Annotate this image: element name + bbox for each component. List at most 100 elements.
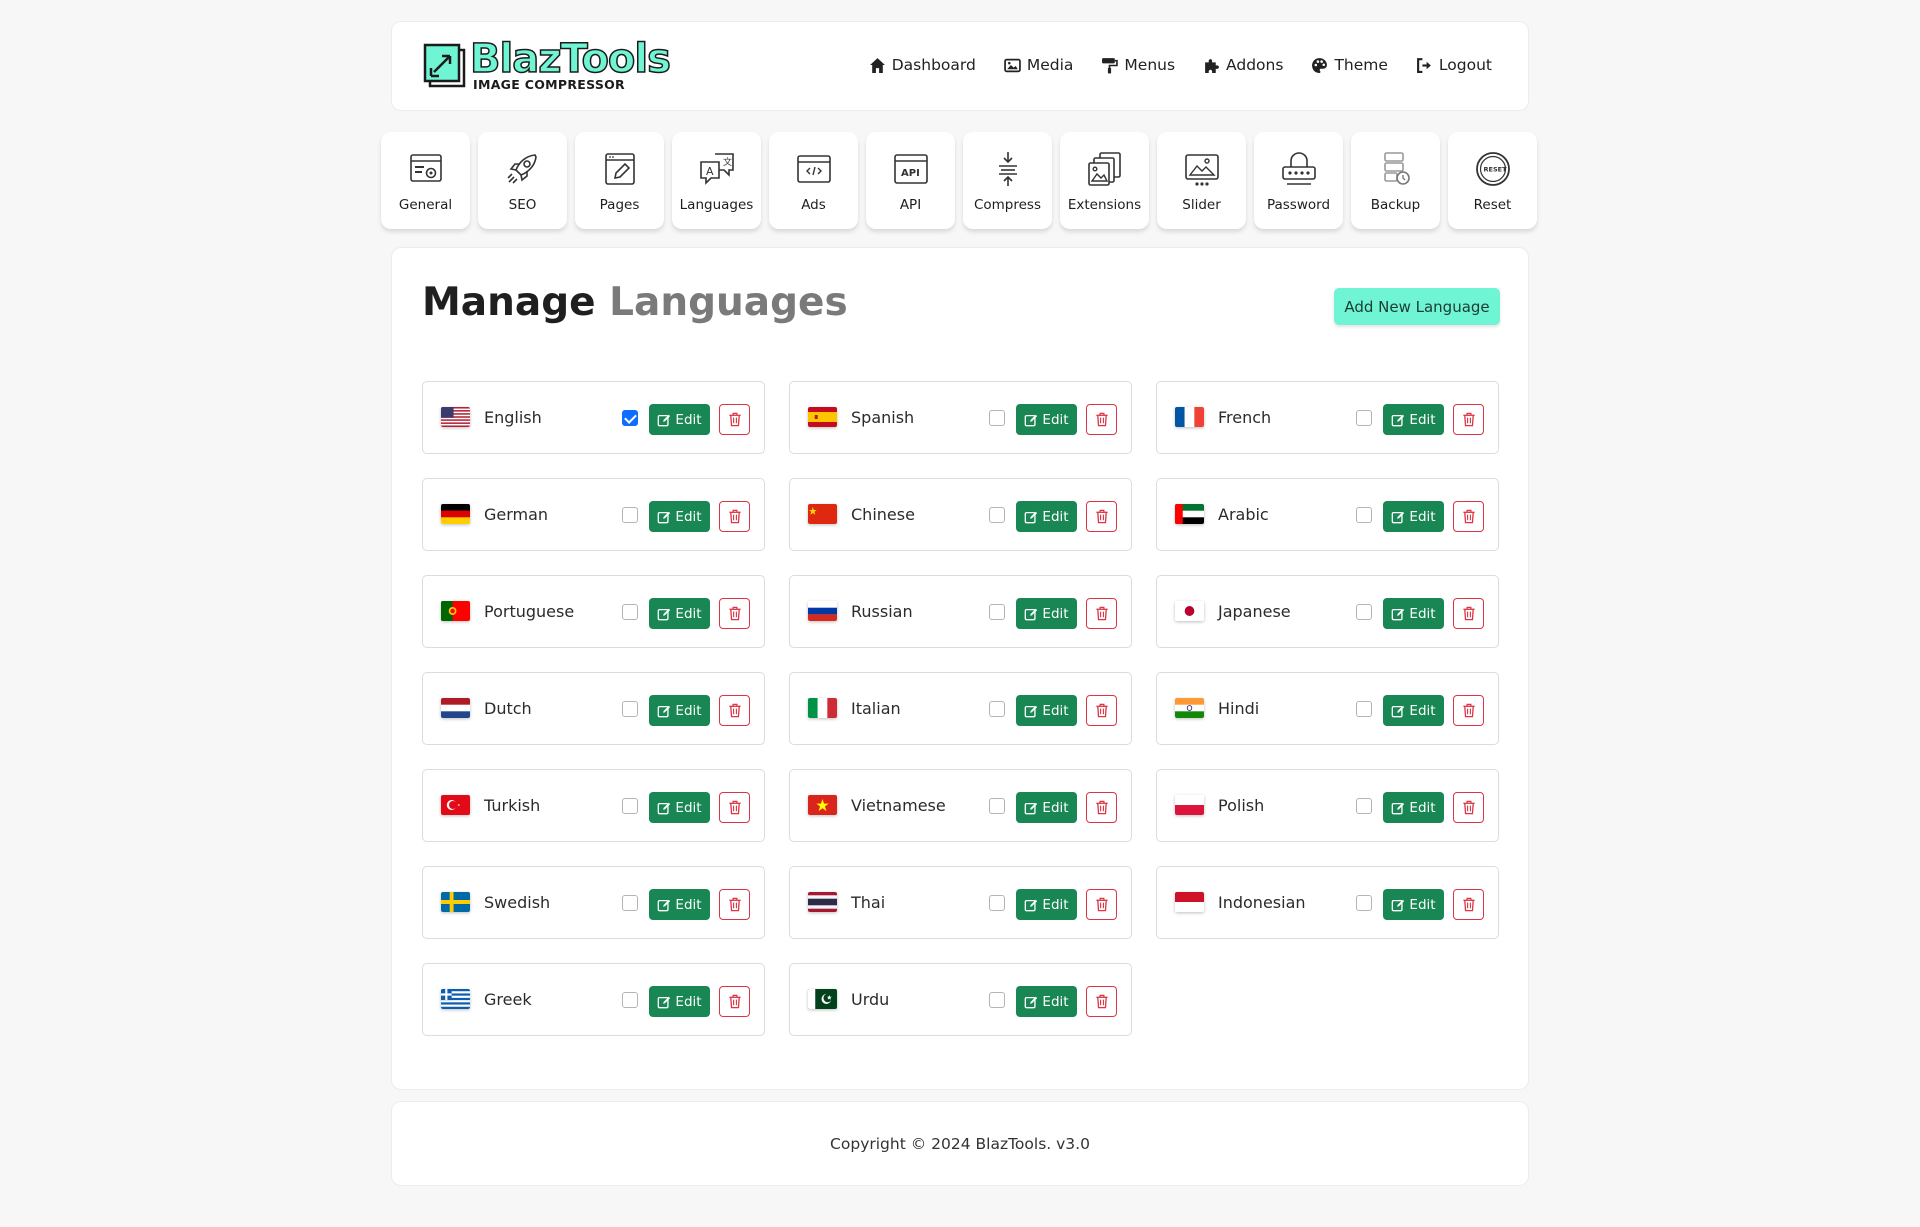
delete-language-button[interactable] [719,889,750,920]
nav-logout-label: Logout [1438,56,1492,74]
tab-label: Password [1266,197,1331,213]
tab-general[interactable]: General [381,132,470,229]
delete-language-button[interactable] [1453,695,1484,726]
edit-language-button[interactable]: Edit [649,889,710,920]
delete-language-button[interactable] [1086,695,1117,726]
default-language-checkbox[interactable] [989,798,1005,814]
edit-language-button[interactable]: Edit [649,404,710,435]
tab-pages[interactable]: Pages [575,132,664,229]
tab-label: Compress [973,197,1042,213]
delete-language-button[interactable] [1086,501,1117,532]
edit-language-button[interactable]: Edit [1383,404,1444,435]
tab-seo[interactable]: SEO [478,132,567,229]
delete-language-button[interactable] [1086,889,1117,920]
edit-language-button[interactable]: Edit [1016,792,1077,823]
default-language-checkbox[interactable] [1356,895,1372,911]
trash-icon [1095,703,1108,718]
default-language-checkbox[interactable] [1356,701,1372,717]
delete-language-button[interactable] [1453,889,1484,920]
language-card: Vietnamese Edit [789,769,1132,842]
default-language-checkbox[interactable] [989,604,1005,620]
nav-theme[interactable]: Theme [1311,56,1388,74]
delete-language-button[interactable] [1086,986,1117,1017]
delete-language-button[interactable] [1453,792,1484,823]
nav-media[interactable]: Media [1004,56,1073,74]
tab-api[interactable]: API API [866,132,955,229]
edit-language-button[interactable]: Edit [1383,598,1444,629]
delete-language-button[interactable] [1453,598,1484,629]
delete-language-button[interactable] [719,404,750,435]
tab-password[interactable]: Password [1254,132,1343,229]
tab-reset[interactable]: RESET Reset [1448,132,1537,229]
nav-addons[interactable]: Addons [1203,56,1283,74]
tab-extensions[interactable]: Extensions [1060,132,1149,229]
edit-language-button[interactable]: Edit [649,598,710,629]
language-card: Dutch Edit [422,672,765,745]
tab-backup[interactable]: Backup [1351,132,1440,229]
delete-language-button[interactable] [1453,404,1484,435]
edit-button-label: Edit [1042,799,1069,816]
edit-language-button[interactable]: Edit [649,501,710,532]
general-settings-icon [409,154,442,182]
delete-language-button[interactable] [1086,792,1117,823]
flag-nl-icon [441,698,470,718]
delete-language-button[interactable] [719,792,750,823]
delete-language-button[interactable] [719,598,750,629]
brand-logo[interactable]: BlazTools IMAGE COMPRESSOR [422,35,672,96]
trash-icon [1095,897,1108,912]
delete-language-button[interactable] [1086,598,1117,629]
nav-logout[interactable]: Logout [1416,56,1492,74]
default-language-checkbox[interactable] [622,701,638,717]
tab-label: Pages [599,197,640,213]
delete-language-button[interactable] [1086,404,1117,435]
default-language-checkbox[interactable] [622,410,638,426]
tab-label: Slider [1182,197,1221,213]
default-language-checkbox[interactable] [622,507,638,523]
password-icon [1281,152,1316,185]
edit-language-button[interactable]: Edit [649,792,710,823]
edit-language-button[interactable]: Edit [649,986,710,1017]
default-language-checkbox[interactable] [989,992,1005,1008]
delete-language-button[interactable] [719,501,750,532]
tab-compress[interactable]: Compress [963,132,1052,229]
svg-text:RESET: RESET [1483,166,1507,174]
edit-language-button[interactable]: Edit [649,695,710,726]
default-language-checkbox[interactable] [622,604,638,620]
tab-slider[interactable]: Slider [1157,132,1246,229]
default-language-checkbox[interactable] [989,507,1005,523]
default-language-checkbox[interactable] [1356,507,1372,523]
default-language-checkbox[interactable] [622,992,638,1008]
add-new-language-button[interactable]: Add New Language [1334,288,1500,325]
default-language-checkbox[interactable] [622,895,638,911]
edit-icon [1392,511,1405,523]
nav-menus[interactable]: Menus [1101,56,1175,74]
trash-icon [728,412,741,427]
edit-language-button[interactable]: Edit [1016,695,1077,726]
nav-dashboard[interactable]: Dashboard [869,56,976,74]
tab-ads[interactable]: Ads [769,132,858,229]
edit-language-button[interactable]: Edit [1016,986,1077,1017]
default-language-checkbox[interactable] [622,798,638,814]
trash-icon [728,800,741,815]
tab-label: API [899,197,922,213]
default-language-checkbox[interactable] [989,701,1005,717]
edit-language-button[interactable]: Edit [1383,501,1444,532]
default-language-checkbox[interactable] [989,895,1005,911]
edit-language-button[interactable]: Edit [1383,792,1444,823]
edit-language-button[interactable]: Edit [1383,889,1444,920]
edit-language-button[interactable]: Edit [1016,501,1077,532]
tab-languages[interactable]: A文 Languages [672,132,761,229]
edit-language-button[interactable]: Edit [1016,889,1077,920]
edit-language-button[interactable]: Edit [1383,695,1444,726]
delete-language-button[interactable] [719,695,750,726]
language-card: Russian Edit [789,575,1132,648]
default-language-checkbox[interactable] [989,410,1005,426]
default-language-checkbox[interactable] [1356,604,1372,620]
settings-tabs: General SEO Pages A文 Languages Ads API A… [381,132,1537,229]
delete-language-button[interactable] [1453,501,1484,532]
default-language-checkbox[interactable] [1356,798,1372,814]
edit-language-button[interactable]: Edit [1016,404,1077,435]
default-language-checkbox[interactable] [1356,410,1372,426]
delete-language-button[interactable] [719,986,750,1017]
edit-language-button[interactable]: Edit [1016,598,1077,629]
